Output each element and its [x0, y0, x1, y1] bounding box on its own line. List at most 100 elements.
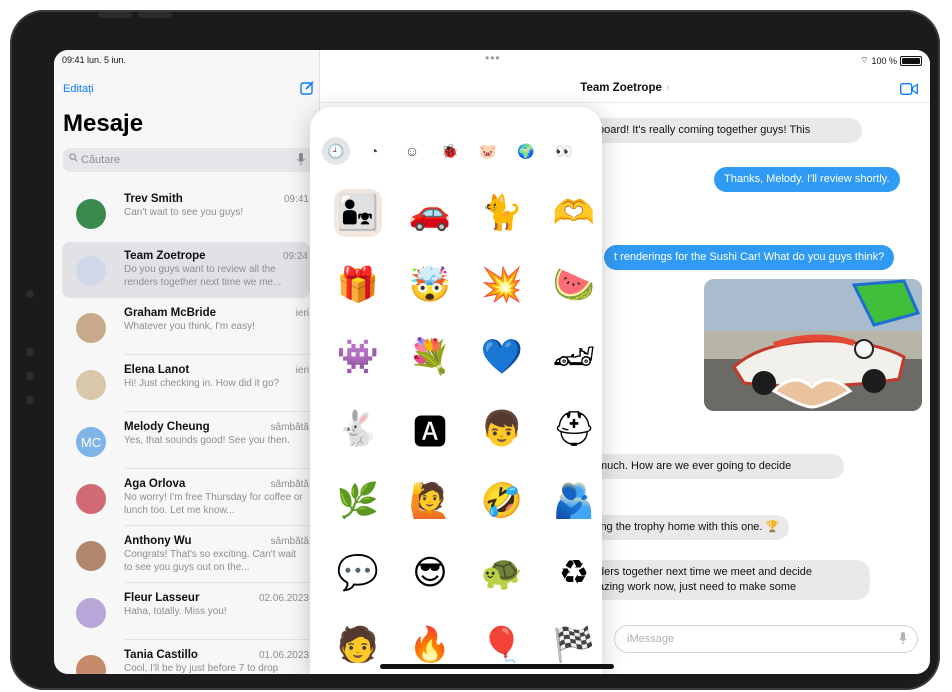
- gift-sticker[interactable]: 🎁: [322, 249, 394, 321]
- microphone-icon[interactable]: [899, 632, 907, 645]
- recycle-sticker[interactable]: ♻: [538, 537, 602, 609]
- chevron-right-icon: ›: [665, 82, 670, 94]
- sticker-image: 🐇: [334, 405, 382, 453]
- conversation-preview: Do you guys want to review all the rende…: [124, 264, 282, 288]
- sticker-image: ♻: [550, 549, 598, 597]
- sticker-image: 🍉: [550, 261, 598, 309]
- volume-button: [138, 12, 172, 18]
- car-rendering-photo[interactable]: [704, 279, 922, 411]
- search-field[interactable]: Căutare: [63, 148, 313, 172]
- sticker-image: 💬: [334, 549, 382, 597]
- portrait-sticker[interactable]: 👦: [466, 393, 538, 465]
- camera-dot: [26, 348, 34, 356]
- conversation-row[interactable]: Graham McBride ieri Whatever you think, I'…: [54, 299, 319, 355]
- sticker-image: 🏎: [550, 333, 598, 381]
- message-bubble[interactable]: t renderings for the Sushi Car! What do …: [604, 245, 895, 270]
- avatar: MC: [76, 427, 106, 457]
- screen: Editați Mesaje Căutare Trev Smith 09:41 Ca…: [54, 50, 930, 674]
- go-text-sticker[interactable]: 💬: [322, 537, 394, 609]
- sticker-image: 🫂: [550, 477, 598, 525]
- eyes-sticker-icon[interactable]: 👀: [550, 137, 578, 165]
- row-divider: [124, 468, 319, 469]
- animoji-pig-icon[interactable]: 🐷: [474, 137, 502, 165]
- conversation-time: 09:41: [283, 194, 309, 205]
- dancing-cat-sticker[interactable]: 🐈: [466, 177, 538, 249]
- avatar: [76, 655, 106, 674]
- sticker-grid: 👨‍👧 🚗 🐈 🫶 🎁 🤯 💥 🍉 👾 💐 💙 🏎 🐇 🅰 👦 ⛑ 🌿 🙋 🤣 🫂 💬 😎 🐢 ♻ 🧑 🔥 🎈 🏁: [322, 177, 602, 674]
- monstera-leaf-sticker[interactable]: 🌿: [322, 465, 394, 537]
- conversation-row[interactable]: Aga Orlova sâmbătă No worry! I'm free Thur…: [54, 470, 319, 526]
- message-bubble[interactable]: Thanks, Melody. I'll review shortly.: [714, 167, 900, 192]
- conversation-name: Aga Orlova: [124, 478, 186, 490]
- a-plus-sticker[interactable]: 🅰: [394, 393, 466, 465]
- sticker-image: 💐: [406, 333, 454, 381]
- message-bubble[interactable]: ders together next time we meet and deci…: [588, 560, 870, 600]
- chat-title[interactable]: Team Zoetrope ›: [320, 82, 930, 94]
- conversation-name: Team Zoetrope: [124, 250, 206, 262]
- facetime-video-icon[interactable]: [900, 83, 918, 95]
- sticker-image: 🎁: [334, 261, 382, 309]
- planet-icon[interactable]: 🌍: [512, 137, 540, 165]
- rabbit-sticker[interactable]: 🐇: [322, 393, 394, 465]
- flower-bouquet-sticker[interactable]: 💐: [394, 321, 466, 393]
- compose-icon[interactable]: [300, 81, 314, 95]
- message-bubble[interactable]: much. How are we ever going to decide: [588, 454, 844, 479]
- zoom-text-sticker[interactable]: 💥: [466, 249, 538, 321]
- imessage-input[interactable]: iMessage: [614, 625, 918, 653]
- multitasking-dots[interactable]: •••: [485, 51, 501, 65]
- clock-icon[interactable]: 🕘: [322, 137, 350, 165]
- chat-title-text: Team Zoetrope: [580, 82, 662, 94]
- conversation-row[interactable]: Fleur Lasseur 02.06.2023 Haha, totally. Mi…: [54, 584, 319, 640]
- sticker-image: 🧑: [334, 621, 382, 669]
- conversation-name: Melody Cheung: [124, 421, 210, 433]
- heart-hands-sticker[interactable]: 🫶: [538, 177, 602, 249]
- edit-button[interactable]: Editați: [63, 83, 94, 95]
- flame-car-sticker[interactable]: 🏎: [538, 321, 602, 393]
- turtle-sticker[interactable]: 🐢: [466, 537, 538, 609]
- conversation-row[interactable]: Team Zoetrope 09:24 Do you guys want to re…: [62, 242, 310, 298]
- camera-dot: [26, 396, 34, 404]
- family-photo-sticker[interactable]: 👨‍👧: [322, 177, 394, 249]
- row-divider: [124, 639, 319, 640]
- conversation-name: Graham McBride: [124, 307, 217, 319]
- conversation-row[interactable]: Trev Smith 09:41 Can't wait to see you guy…: [54, 185, 319, 241]
- sticker-peel-icon[interactable]: ◔: [360, 137, 388, 165]
- mind-blown-memoji-sticker[interactable]: 🤯: [394, 249, 466, 321]
- avatar: [76, 598, 106, 628]
- sticker-image: 🎈: [478, 621, 526, 669]
- red-helmet-sticker[interactable]: ⛑: [538, 393, 602, 465]
- blue-heart-sticker[interactable]: 💙: [466, 321, 538, 393]
- message-bubble[interactable]: ing the trophy home with this one. 🏆: [588, 515, 790, 540]
- ladybug-icon[interactable]: 🐞: [436, 137, 464, 165]
- microphone-icon[interactable]: [297, 153, 305, 166]
- home-indicator[interactable]: [380, 664, 614, 669]
- sticker-image: 🫶: [550, 189, 598, 237]
- sticker-image: 🤯: [406, 261, 454, 309]
- sticker-image: 🏁: [550, 621, 598, 669]
- sticker-image: ⛑: [550, 405, 598, 453]
- wifi-icon: ⌔: [860, 55, 869, 65]
- avatar: [76, 199, 106, 229]
- conversation-row[interactable]: Anthony Wu sâmbătă Congrats! That's so exc…: [54, 527, 319, 583]
- message-bubble[interactable]: board! It's really coming together guys!…: [588, 118, 862, 143]
- conversation-preview: Hi! Just checking in. How did it go?: [124, 378, 280, 389]
- hug-photo-sticker[interactable]: 🫂: [538, 465, 602, 537]
- watermelon-sticker[interactable]: 🍉: [538, 249, 602, 321]
- avatar: [76, 313, 106, 343]
- conversation-row[interactable]: Elena Lanot ieri Hi! Just checking in. How…: [54, 356, 319, 412]
- conversation-row[interactable]: MC Melody Cheung sâmbătă Yes, that sounds g…: [54, 413, 319, 469]
- battery-percent: 100 %: [871, 55, 897, 66]
- monster-mouth-sticker[interactable]: 👾: [322, 321, 394, 393]
- memoji-girl-sticker[interactable]: 🙋: [394, 465, 466, 537]
- messages-sidebar: Editați Mesaje Căutare Trev Smith 09:41 Ca…: [54, 50, 320, 674]
- page-title: Mesaje: [63, 110, 144, 137]
- conversation-preview: Yes, that sounds good! See you then.: [124, 435, 290, 446]
- ipad-frame: Editați Mesaje Căutare Trev Smith 09:41 Ca…: [10, 10, 940, 690]
- sunglasses-memoji-sticker[interactable]: 😎: [394, 537, 466, 609]
- red-car-sticker[interactable]: 🚗: [394, 177, 466, 249]
- smiley-icon[interactable]: ☺: [398, 137, 426, 165]
- conversation-row[interactable]: Tania Castillo 01.06.2023 Cool, I'll be by…: [54, 641, 319, 674]
- laughing-emoji-sticker[interactable]: 🤣: [466, 465, 538, 537]
- sticker-image: 🌿: [334, 477, 382, 525]
- avatar: [76, 541, 106, 571]
